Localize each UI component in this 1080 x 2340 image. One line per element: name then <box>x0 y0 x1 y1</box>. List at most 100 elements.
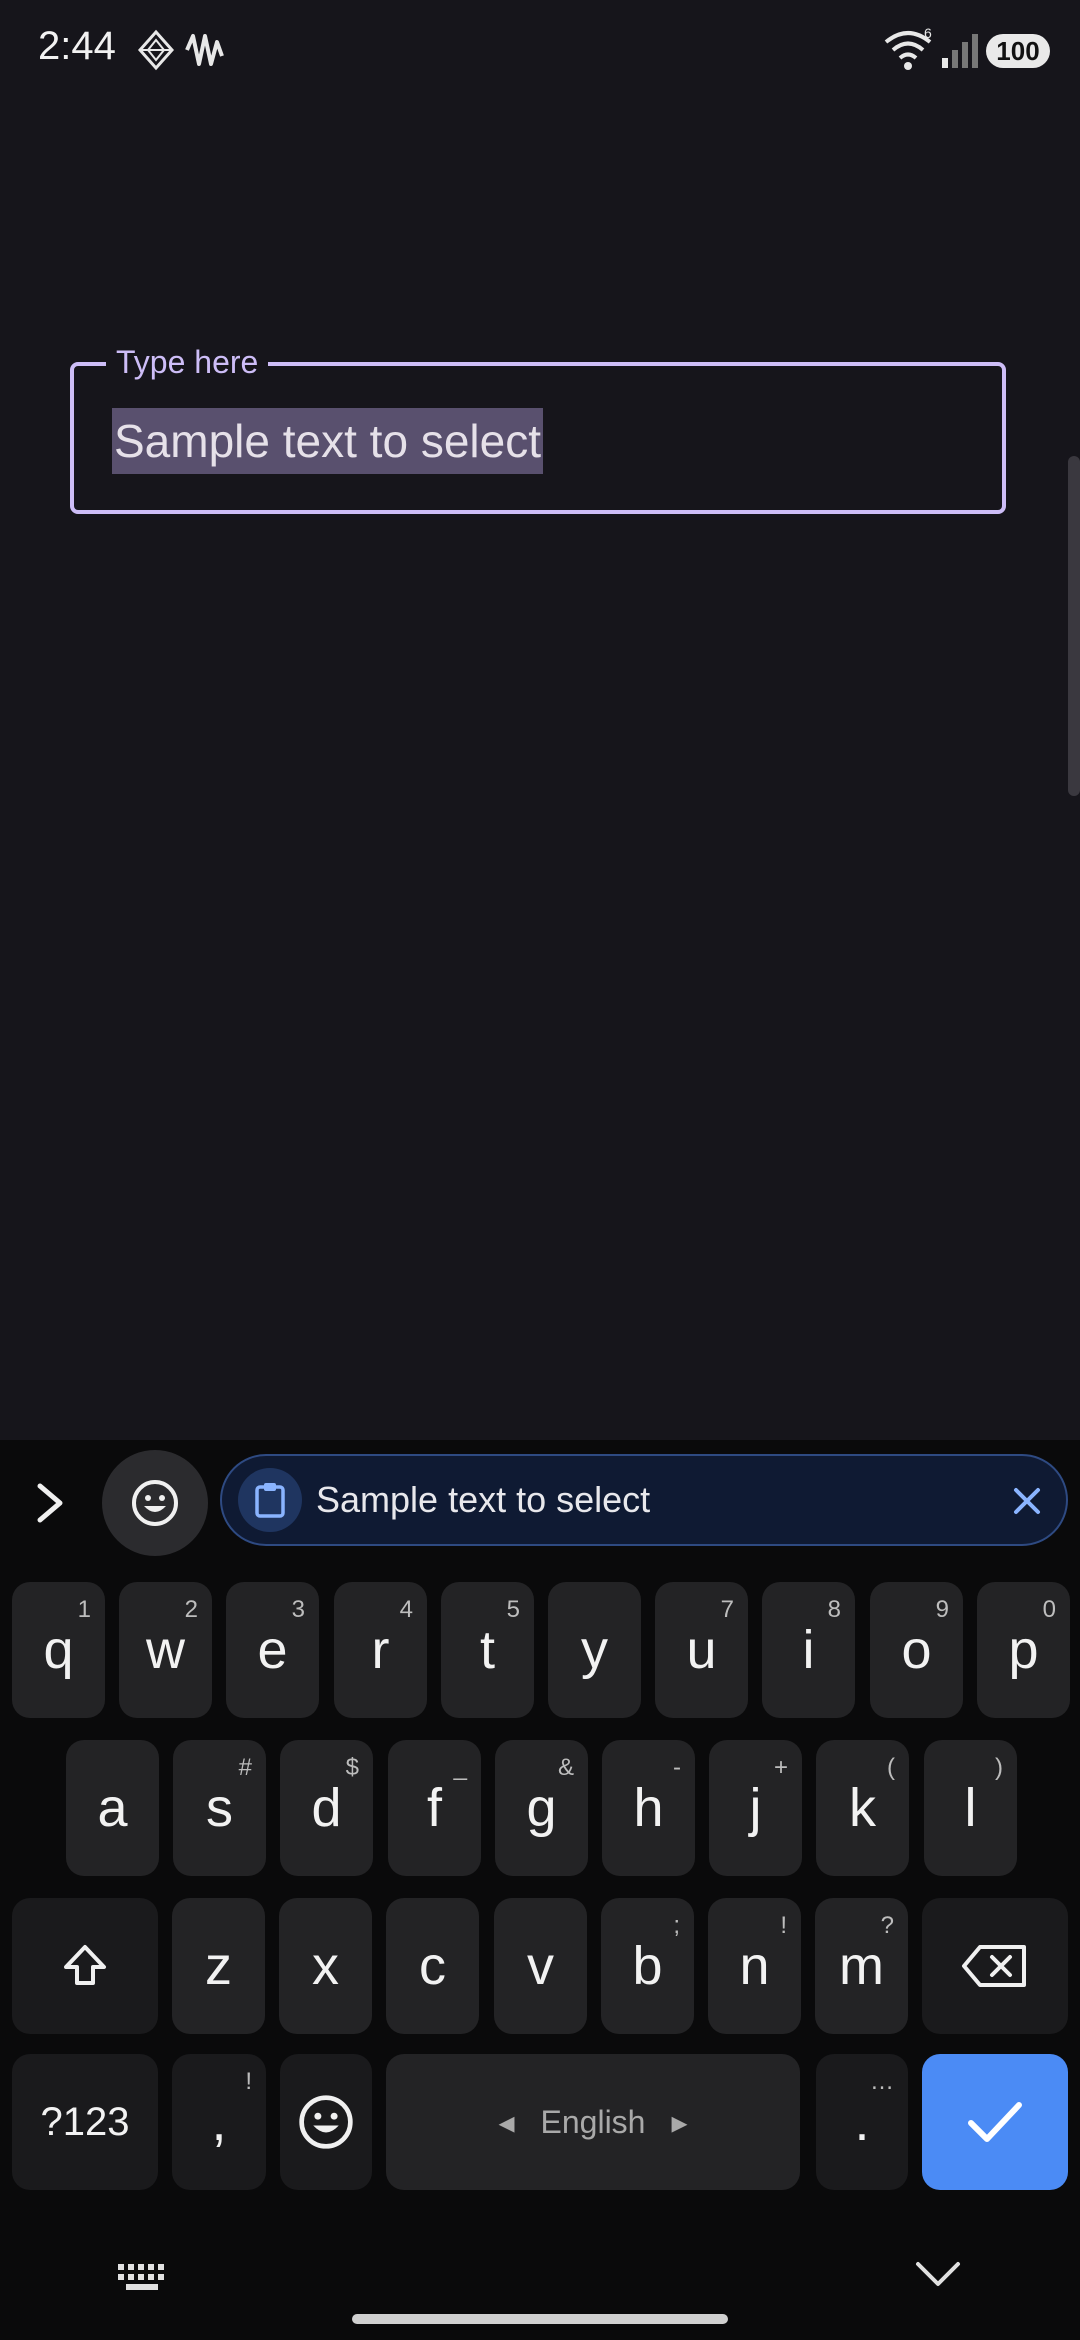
key-hint: ? <box>880 1912 894 1939</box>
status-time: 2:44 <box>38 24 116 68</box>
space-key[interactable]: ◂ English ▸ <box>386 2054 800 2190</box>
key-z[interactable]: z <box>172 1898 265 2034</box>
key-hint: 7 <box>720 1596 734 1623</box>
key-t[interactable]: t5 <box>441 1582 534 1718</box>
chevron-right-icon[interactable] <box>28 1478 72 1528</box>
space-left-arrow: ◂ <box>498 2104 515 2140</box>
key-label: v <box>527 1936 554 1996</box>
key-j[interactable]: j + <box>709 1740 802 1876</box>
key-m[interactable]: m? <box>815 1898 908 2034</box>
emoji-key[interactable] <box>280 2054 372 2190</box>
key-f[interactable]: f _ <box>388 1740 481 1876</box>
symbols-key-label: ?123 <box>40 2099 130 2144</box>
keyboard-switch-icon[interactable] <box>116 2260 172 2301</box>
key-label: e <box>257 1620 288 1680</box>
key-x[interactable]: x <box>279 1898 372 2034</box>
key-hint: 5 <box>506 1596 520 1623</box>
key-r[interactable]: r4 <box>334 1582 427 1718</box>
comma-key-hint: ! <box>245 2068 252 2095</box>
wifi-icon: 6 <box>882 25 936 77</box>
key-o[interactable]: o9 <box>870 1582 963 1718</box>
key-label: x <box>312 1936 339 1996</box>
key-hint: _ <box>453 1754 467 1781</box>
key-label: u <box>686 1620 717 1680</box>
space-right-arrow: ▸ <box>671 2104 688 2140</box>
home-indicator[interactable] <box>352 2314 728 2324</box>
space-key-label: English <box>540 2103 646 2140</box>
key-label: n <box>739 1936 770 1996</box>
key-u[interactable]: u7 <box>655 1582 748 1718</box>
key-c[interactable]: c <box>386 1898 479 2034</box>
clipboard-suggestion-text: Sample text to select <box>316 1479 651 1520</box>
key-label: w <box>146 1620 185 1680</box>
done-key[interactable] <box>922 2054 1068 2190</box>
symbols-key[interactable]: ?123 <box>12 2054 158 2190</box>
close-icon[interactable] <box>1010 1484 1044 1523</box>
key-label: f <box>426 1778 442 1838</box>
period-key-hint: … <box>870 2068 894 2095</box>
field-label: Type here <box>106 344 269 380</box>
key-label: s <box>206 1778 233 1838</box>
key-i[interactable]: i8 <box>762 1582 855 1718</box>
key-h[interactable]: h- <box>602 1740 695 1876</box>
key-v[interactable]: v <box>494 1898 587 2034</box>
key-label: p <box>1008 1620 1039 1680</box>
key-d[interactable]: d $ <box>280 1740 373 1876</box>
smiley-icon <box>132 1480 178 1526</box>
hide-keyboard-icon[interactable] <box>912 2256 964 2297</box>
comma-key[interactable]: , ! <box>172 2054 266 2190</box>
clipboard-suggestion-chip[interactable]: Sample text to select <box>220 1454 1068 1546</box>
key-label: i <box>802 1620 815 1680</box>
key-label: o <box>901 1620 932 1680</box>
selected-text[interactable]: Sample text to select <box>112 408 543 474</box>
battery-icon: 100 <box>986 34 1050 68</box>
shift-icon <box>64 1945 106 1985</box>
key-y[interactable]: y <box>548 1582 641 1718</box>
key-hint: $ <box>345 1754 359 1781</box>
period-key[interactable]: . … <box>816 2054 908 2190</box>
key-w[interactable]: w2 <box>119 1582 212 1718</box>
key-hint: ! <box>780 1912 787 1939</box>
comma-key-label: , <box>211 2092 227 2152</box>
key-label: l <box>964 1778 977 1838</box>
key-label: q <box>43 1620 74 1680</box>
key-label: c <box>419 1936 446 1996</box>
key-a[interactable]: a <box>66 1740 159 1876</box>
emoji-suggestion-button[interactable] <box>102 1450 208 1556</box>
key-label: r <box>371 1620 390 1680</box>
waveform-icon <box>184 28 224 77</box>
wifi-badge: 6 <box>924 28 932 41</box>
scrollbar[interactable] <box>1068 456 1080 796</box>
key-p[interactable]: p0 <box>977 1582 1070 1718</box>
key-label: y <box>581 1620 608 1680</box>
key-label: m <box>839 1936 884 1996</box>
key-hint: 1 <box>77 1596 91 1623</box>
diamond-app-icon <box>136 28 176 77</box>
key-hint: ; <box>673 1912 680 1939</box>
key-hint: + <box>773 1754 788 1781</box>
backspace-key[interactable] <box>922 1898 1068 2034</box>
status-bar: 2:44 6 100 <box>0 0 1080 100</box>
key-g[interactable]: g & <box>495 1740 588 1876</box>
shift-key[interactable] <box>12 1898 158 2034</box>
key-label: b <box>632 1936 663 1996</box>
key-label: g <box>526 1778 557 1838</box>
key-label: z <box>205 1936 232 1996</box>
key-k[interactable]: k( <box>816 1740 909 1876</box>
suggestion-strip: Sample text to select <box>0 1440 1080 1570</box>
key-b[interactable]: b; <box>601 1898 694 2034</box>
key-label: j <box>749 1778 762 1838</box>
key-label: t <box>479 1620 495 1680</box>
text-input-field[interactable]: Type here Sample text to select <box>70 344 1006 514</box>
key-n[interactable]: n! <box>708 1898 801 2034</box>
check-icon <box>968 2102 1022 2142</box>
key-l[interactable]: l) <box>924 1740 1017 1876</box>
key-hint: ( <box>887 1754 895 1781</box>
key-hint: ) <box>995 1754 1003 1781</box>
key-hint: 2 <box>184 1596 198 1623</box>
key-e[interactable]: e3 <box>226 1582 319 1718</box>
key-q[interactable]: q1 <box>12 1582 105 1718</box>
key-s[interactable]: s # <box>173 1740 266 1876</box>
key-label: d <box>311 1778 342 1838</box>
key-hint: & <box>557 1754 574 1781</box>
